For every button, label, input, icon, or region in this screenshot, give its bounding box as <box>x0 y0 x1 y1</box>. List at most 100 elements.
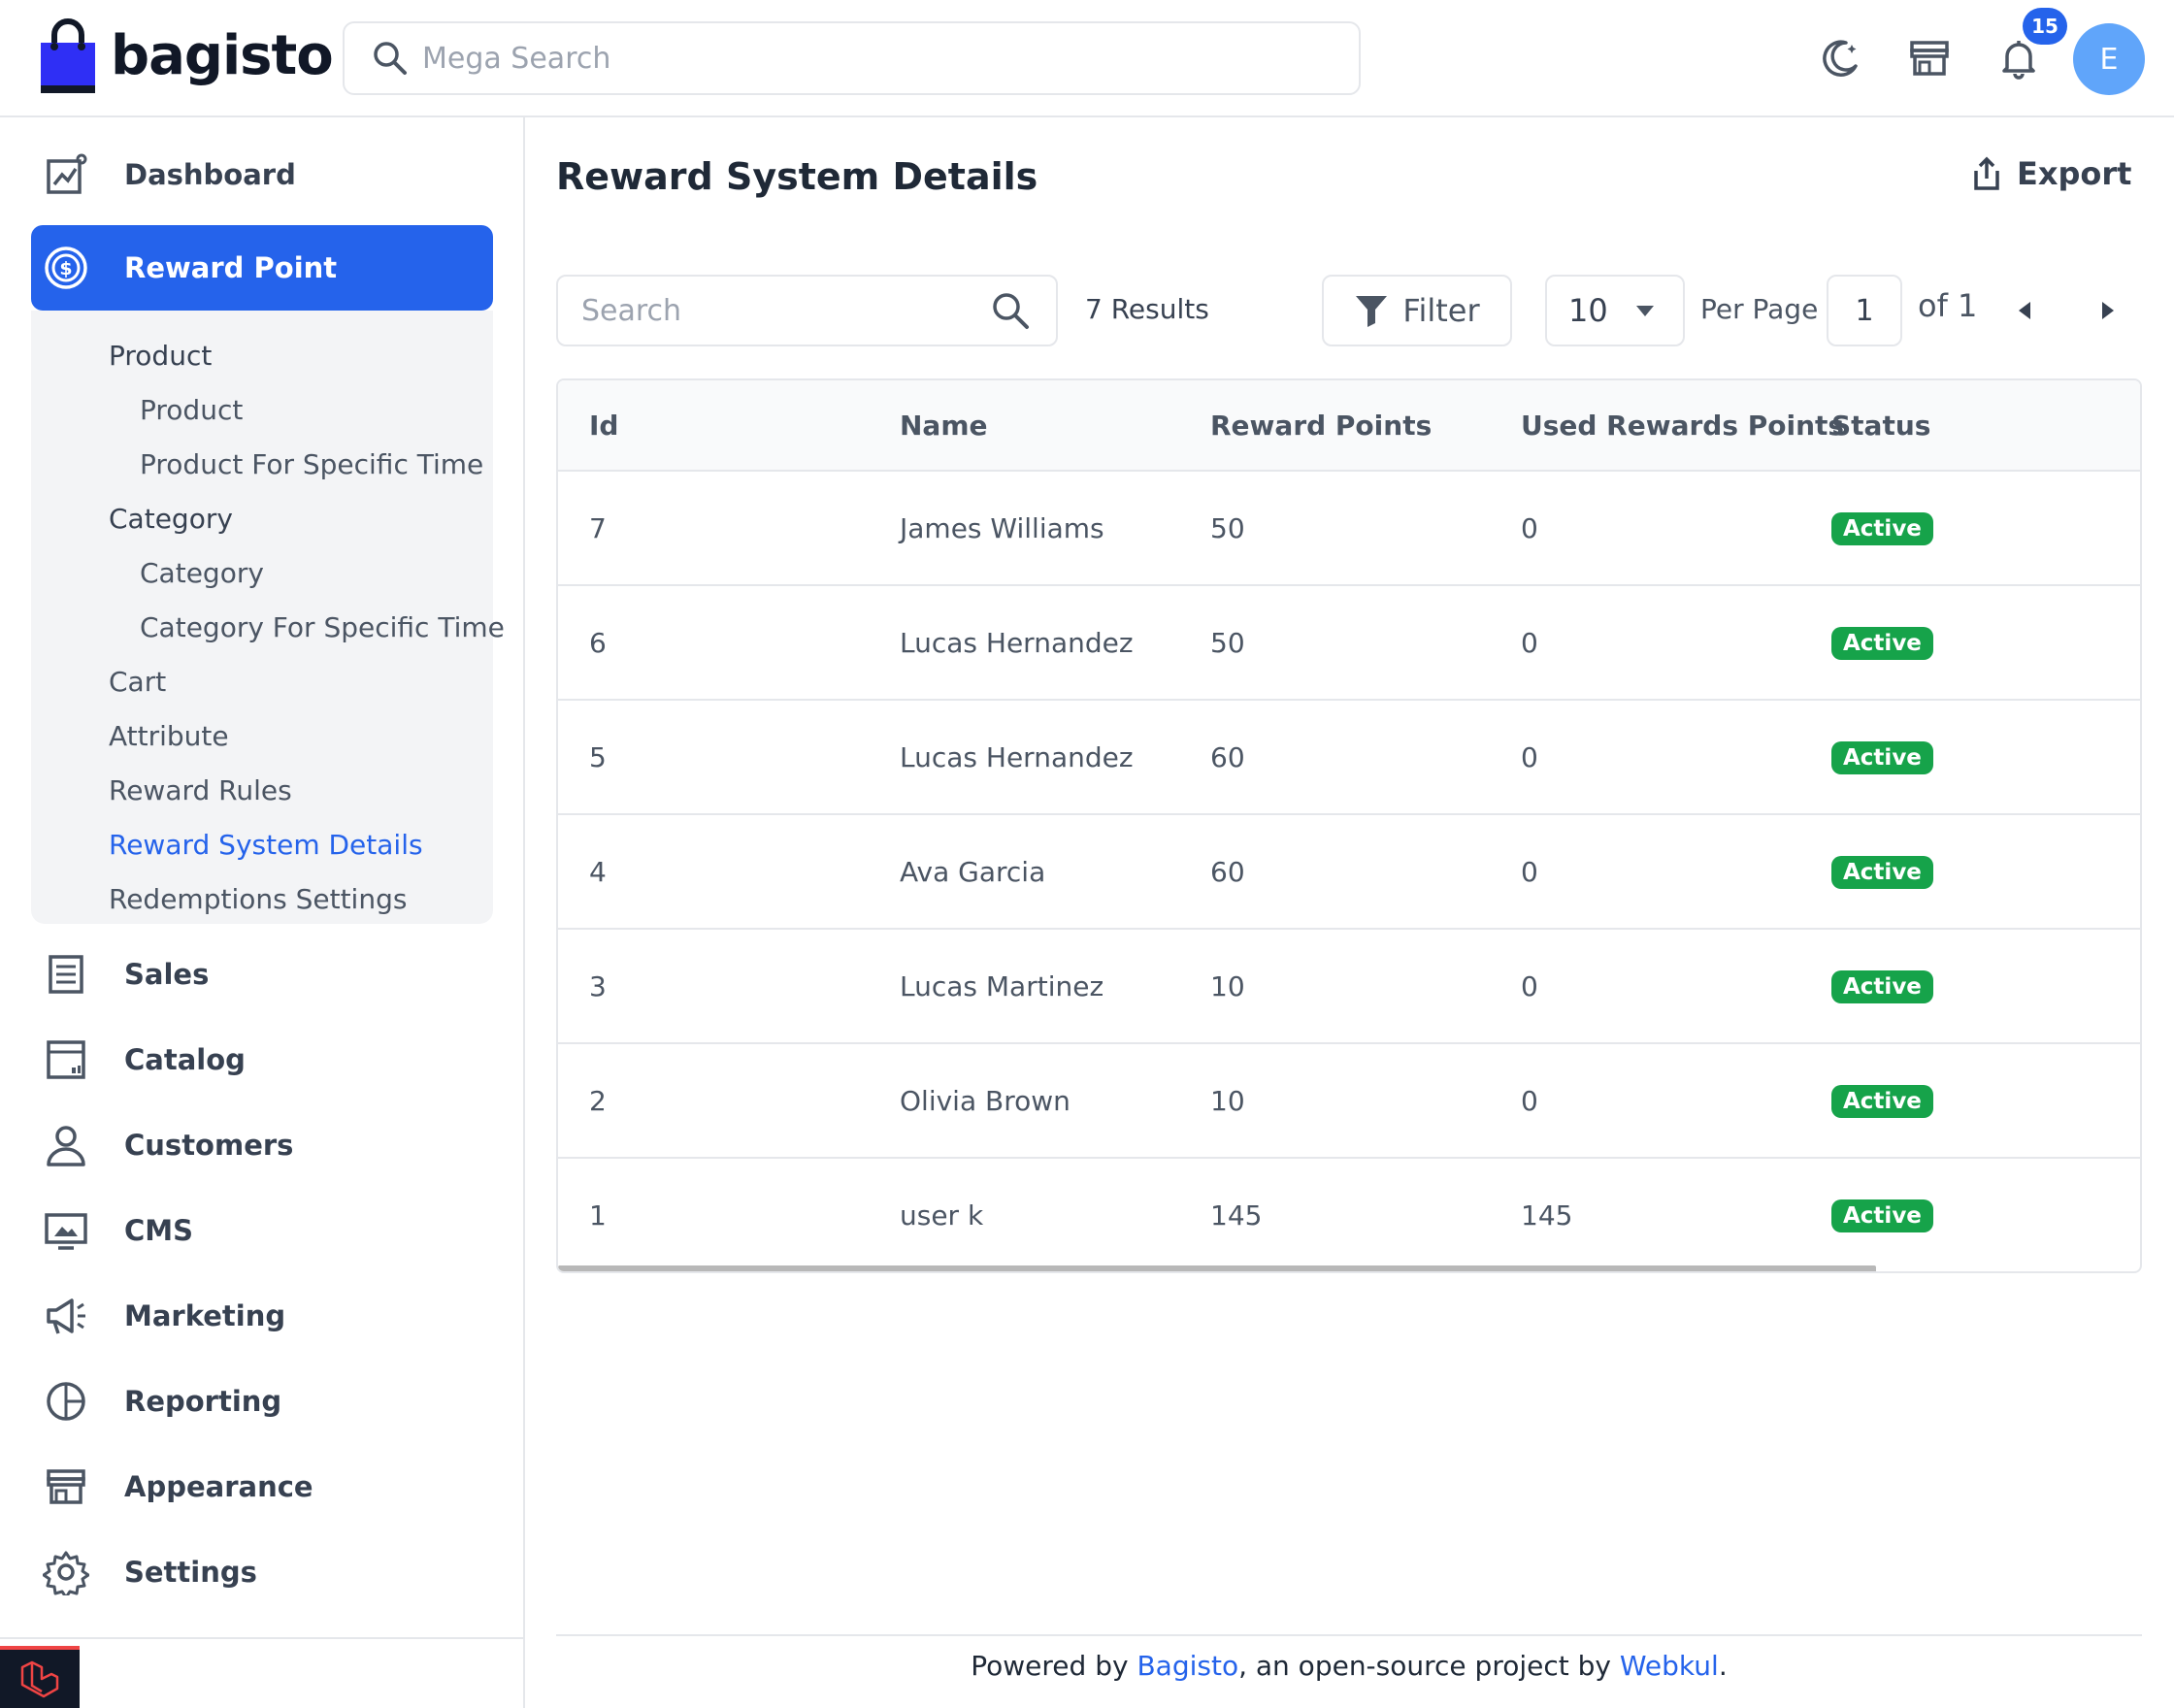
column-header-used-reward-points[interactable]: Used Rewards Points <box>1521 410 1844 442</box>
horizontal-scrollbar[interactable] <box>558 1265 1876 1271</box>
cell-name: Lucas Hernandez <box>900 627 1134 659</box>
per-page-value: 10 <box>1568 292 1608 329</box>
sidebar-item-dashboard[interactable]: Dashboard <box>31 132 493 217</box>
svg-text:$: $ <box>59 258 72 279</box>
cell-reward-points: 60 <box>1210 856 1245 888</box>
brand-name: bagisto <box>111 24 334 87</box>
cell-used-points: 0 <box>1521 1085 1538 1117</box>
cell-id: 7 <box>589 512 607 544</box>
results-count: 7 Results <box>1085 293 1209 325</box>
cell-name: Lucas Martinez <box>900 970 1104 1002</box>
sidebar-item-reporting[interactable]: Reporting <box>31 1359 493 1444</box>
filter-label: Filter <box>1402 292 1480 329</box>
page-footer: Powered by Bagisto, an open-source proje… <box>556 1650 2142 1682</box>
current-page-input[interactable] <box>1827 275 1902 346</box>
submenu-product-specific-time[interactable]: Product For Specific Time <box>140 448 483 480</box>
footer-prefix: Powered by <box>971 1650 1137 1682</box>
sidebar-item-label: Reporting <box>124 1385 282 1418</box>
footer-suffix: . <box>1718 1650 1728 1682</box>
column-header-name[interactable]: Name <box>900 410 988 442</box>
caret-left-icon <box>2019 302 2030 319</box>
column-header-reward-points[interactable]: Reward Points <box>1210 410 1432 442</box>
column-header-status[interactable]: Status <box>1831 410 1930 442</box>
cell-reward-points: 60 <box>1210 741 1245 773</box>
submenu-product-group[interactable]: Product <box>109 340 212 372</box>
marketing-megaphone-icon <box>47 1298 85 1334</box>
submenu-attribute[interactable]: Attribute <box>109 720 229 752</box>
dark-mode-moon-icon[interactable] <box>1817 35 1863 82</box>
user-avatar[interactable]: E <box>2073 23 2145 95</box>
sidebar: Dashboard Product Product Product For Sp… <box>0 117 525 1708</box>
mega-search-box[interactable] <box>343 21 1361 95</box>
submenu-cart[interactable]: Cart <box>109 666 166 698</box>
submenu-category-specific-time[interactable]: Category For Specific Time <box>140 611 505 643</box>
table-row: 4 Ava Garcia 60 0 Active <box>558 815 2140 930</box>
sidebar-item-label: Settings <box>124 1556 257 1589</box>
sidebar-item-label: Marketing <box>124 1299 286 1332</box>
sidebar-item-label: Catalog <box>124 1043 246 1076</box>
submenu-category-group[interactable]: Category <box>109 503 233 535</box>
chevron-down-icon <box>1636 306 1654 316</box>
cell-id: 1 <box>589 1199 607 1232</box>
filter-button[interactable]: Filter <box>1322 275 1512 346</box>
sidebar-item-marketing[interactable]: Marketing <box>31 1273 493 1359</box>
search-icon[interactable] <box>989 289 1032 332</box>
submenu-product[interactable]: Product <box>140 394 243 426</box>
settings-gear-icon <box>43 1551 89 1595</box>
dashboard-icon <box>47 153 87 194</box>
sidebar-item-catalog[interactable]: Catalog <box>31 1017 493 1102</box>
cell-id: 3 <box>589 970 607 1002</box>
table-row: 6 Lucas Hernandez 50 0 Active <box>558 586 2140 701</box>
table-header-row: Id Name Reward Points Used Rewards Point… <box>558 380 2140 472</box>
sidebar-item-settings[interactable]: Settings <box>31 1529 493 1615</box>
sidebar-item-label: Dashboard <box>124 158 296 191</box>
footer-middle: , an open-source project by <box>1238 1650 1620 1682</box>
column-header-id[interactable]: Id <box>589 410 618 442</box>
storefront-icon[interactable] <box>1906 35 1953 82</box>
webkul-link[interactable]: Webkul <box>1620 1650 1719 1682</box>
reward-system-table: Id Name Reward Points Used Rewards Point… <box>556 378 2142 1273</box>
sidebar-item-label: Customers <box>124 1129 294 1162</box>
cell-reward-points: 10 <box>1210 970 1245 1002</box>
datagrid-search-box[interactable] <box>556 275 1058 346</box>
sidebar-item-customers[interactable]: Customers <box>31 1102 493 1188</box>
sidebar-item-appearance[interactable]: Appearance <box>31 1444 493 1529</box>
status-badge: Active <box>1831 1085 1933 1118</box>
sidebar-item-label: CMS <box>124 1214 194 1247</box>
cell-reward-points: 10 <box>1210 1085 1245 1117</box>
shopping-bag-logo-icon <box>39 17 97 95</box>
export-upload-icon <box>1974 156 1999 190</box>
sidebar-item-reward-point[interactable]: $ Reward Point <box>31 225 493 311</box>
search-icon <box>374 42 407 75</box>
cell-reward-points: 50 <box>1210 512 1245 544</box>
sidebar-item-label: Appearance <box>124 1470 313 1503</box>
submenu-reward-system-details[interactable]: Reward System Details <box>109 829 423 861</box>
submenu-reward-rules[interactable]: Reward Rules <box>109 774 292 806</box>
previous-page-button[interactable] <box>2011 297 2038 324</box>
top-header: bagisto 15 E <box>0 0 2174 117</box>
cell-name: Lucas Hernandez <box>900 741 1134 773</box>
bagisto-logo[interactable]: bagisto <box>39 17 334 95</box>
status-badge: Active <box>1831 970 1933 1003</box>
debug-bar-toggle[interactable] <box>0 1646 80 1708</box>
table-row: 7 James Williams 50 0 Active <box>558 472 2140 586</box>
datagrid-search-input[interactable] <box>581 293 989 328</box>
status-badge: Active <box>1831 627 1933 660</box>
reward-point-icon: $ <box>45 246 87 289</box>
notification-count-badge: 15 <box>2023 8 2067 45</box>
submenu-category[interactable]: Category <box>140 557 264 589</box>
per-page-select[interactable]: 10 <box>1545 275 1685 346</box>
cms-icon <box>45 1213 87 1250</box>
sidebar-item-cms[interactable]: CMS <box>31 1188 493 1273</box>
filter-funnel-icon <box>1356 296 1388 327</box>
sidebar-item-sales[interactable]: Sales <box>31 932 493 1017</box>
mega-search-input[interactable] <box>422 41 1296 76</box>
next-page-button[interactable] <box>2094 297 2122 324</box>
bagisto-link[interactable]: Bagisto <box>1136 1650 1238 1682</box>
table-row: 2 Olivia Brown 10 0 Active <box>558 1044 2140 1159</box>
cell-reward-points: 145 <box>1210 1199 1263 1232</box>
submenu-redemptions-settings[interactable]: Redemptions Settings <box>109 883 407 915</box>
cell-id: 2 <box>589 1085 607 1117</box>
total-pages-label: of 1 <box>1918 287 1978 324</box>
export-button[interactable]: Export <box>1970 155 2131 192</box>
